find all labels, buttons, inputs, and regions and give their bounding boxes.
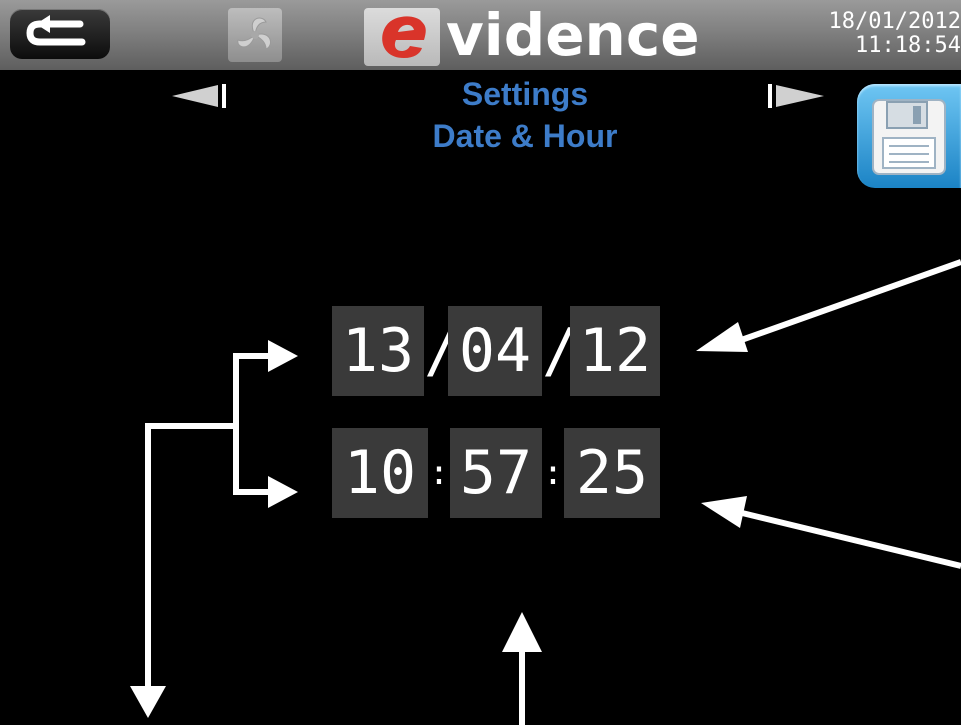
arrow-head — [268, 340, 298, 372]
arrow-head — [130, 686, 166, 718]
arrow-head — [701, 496, 747, 528]
arrow-head — [696, 322, 748, 352]
annotation-arrows — [130, 259, 961, 725]
arrow-head — [502, 612, 542, 652]
arrow-head — [268, 476, 298, 508]
